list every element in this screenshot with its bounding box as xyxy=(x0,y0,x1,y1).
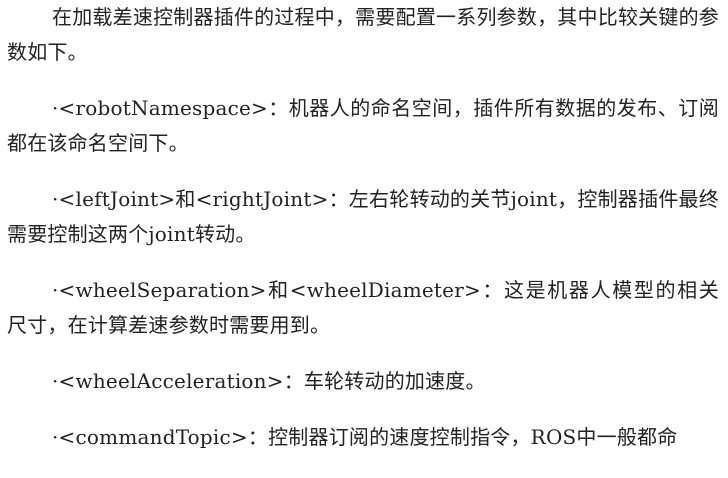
param-robot-namespace: ·<robotNamespace>：机器人的命名空间，插件所有数据的发布、订阅都… xyxy=(7,96,719,155)
param-left-right-joint: ·<leftJoint>和<rightJoint>：左右轮转动的关节joint，… xyxy=(7,187,719,246)
intro-paragraph: 在加载差速控制器插件的过程中，需要配置一系列参数，其中比较关键的参数如下。 xyxy=(7,5,719,64)
param-wheel-separation-diameter: ·<wheelSeparation>和<wheelDiameter>：这是机器人… xyxy=(7,278,719,337)
param-command-topic: ·<commandTopic>：控制器订阅的速度控制指令，ROS中一般都命 xyxy=(52,425,678,449)
param-wheel-acceleration: ·<wheelAcceleration>：车轮转动的加速度。 xyxy=(52,369,486,393)
document-body: 在加载差速控制器插件的过程中，需要配置一系列参数，其中比较关键的参数如下。 ·<… xyxy=(7,0,719,455)
